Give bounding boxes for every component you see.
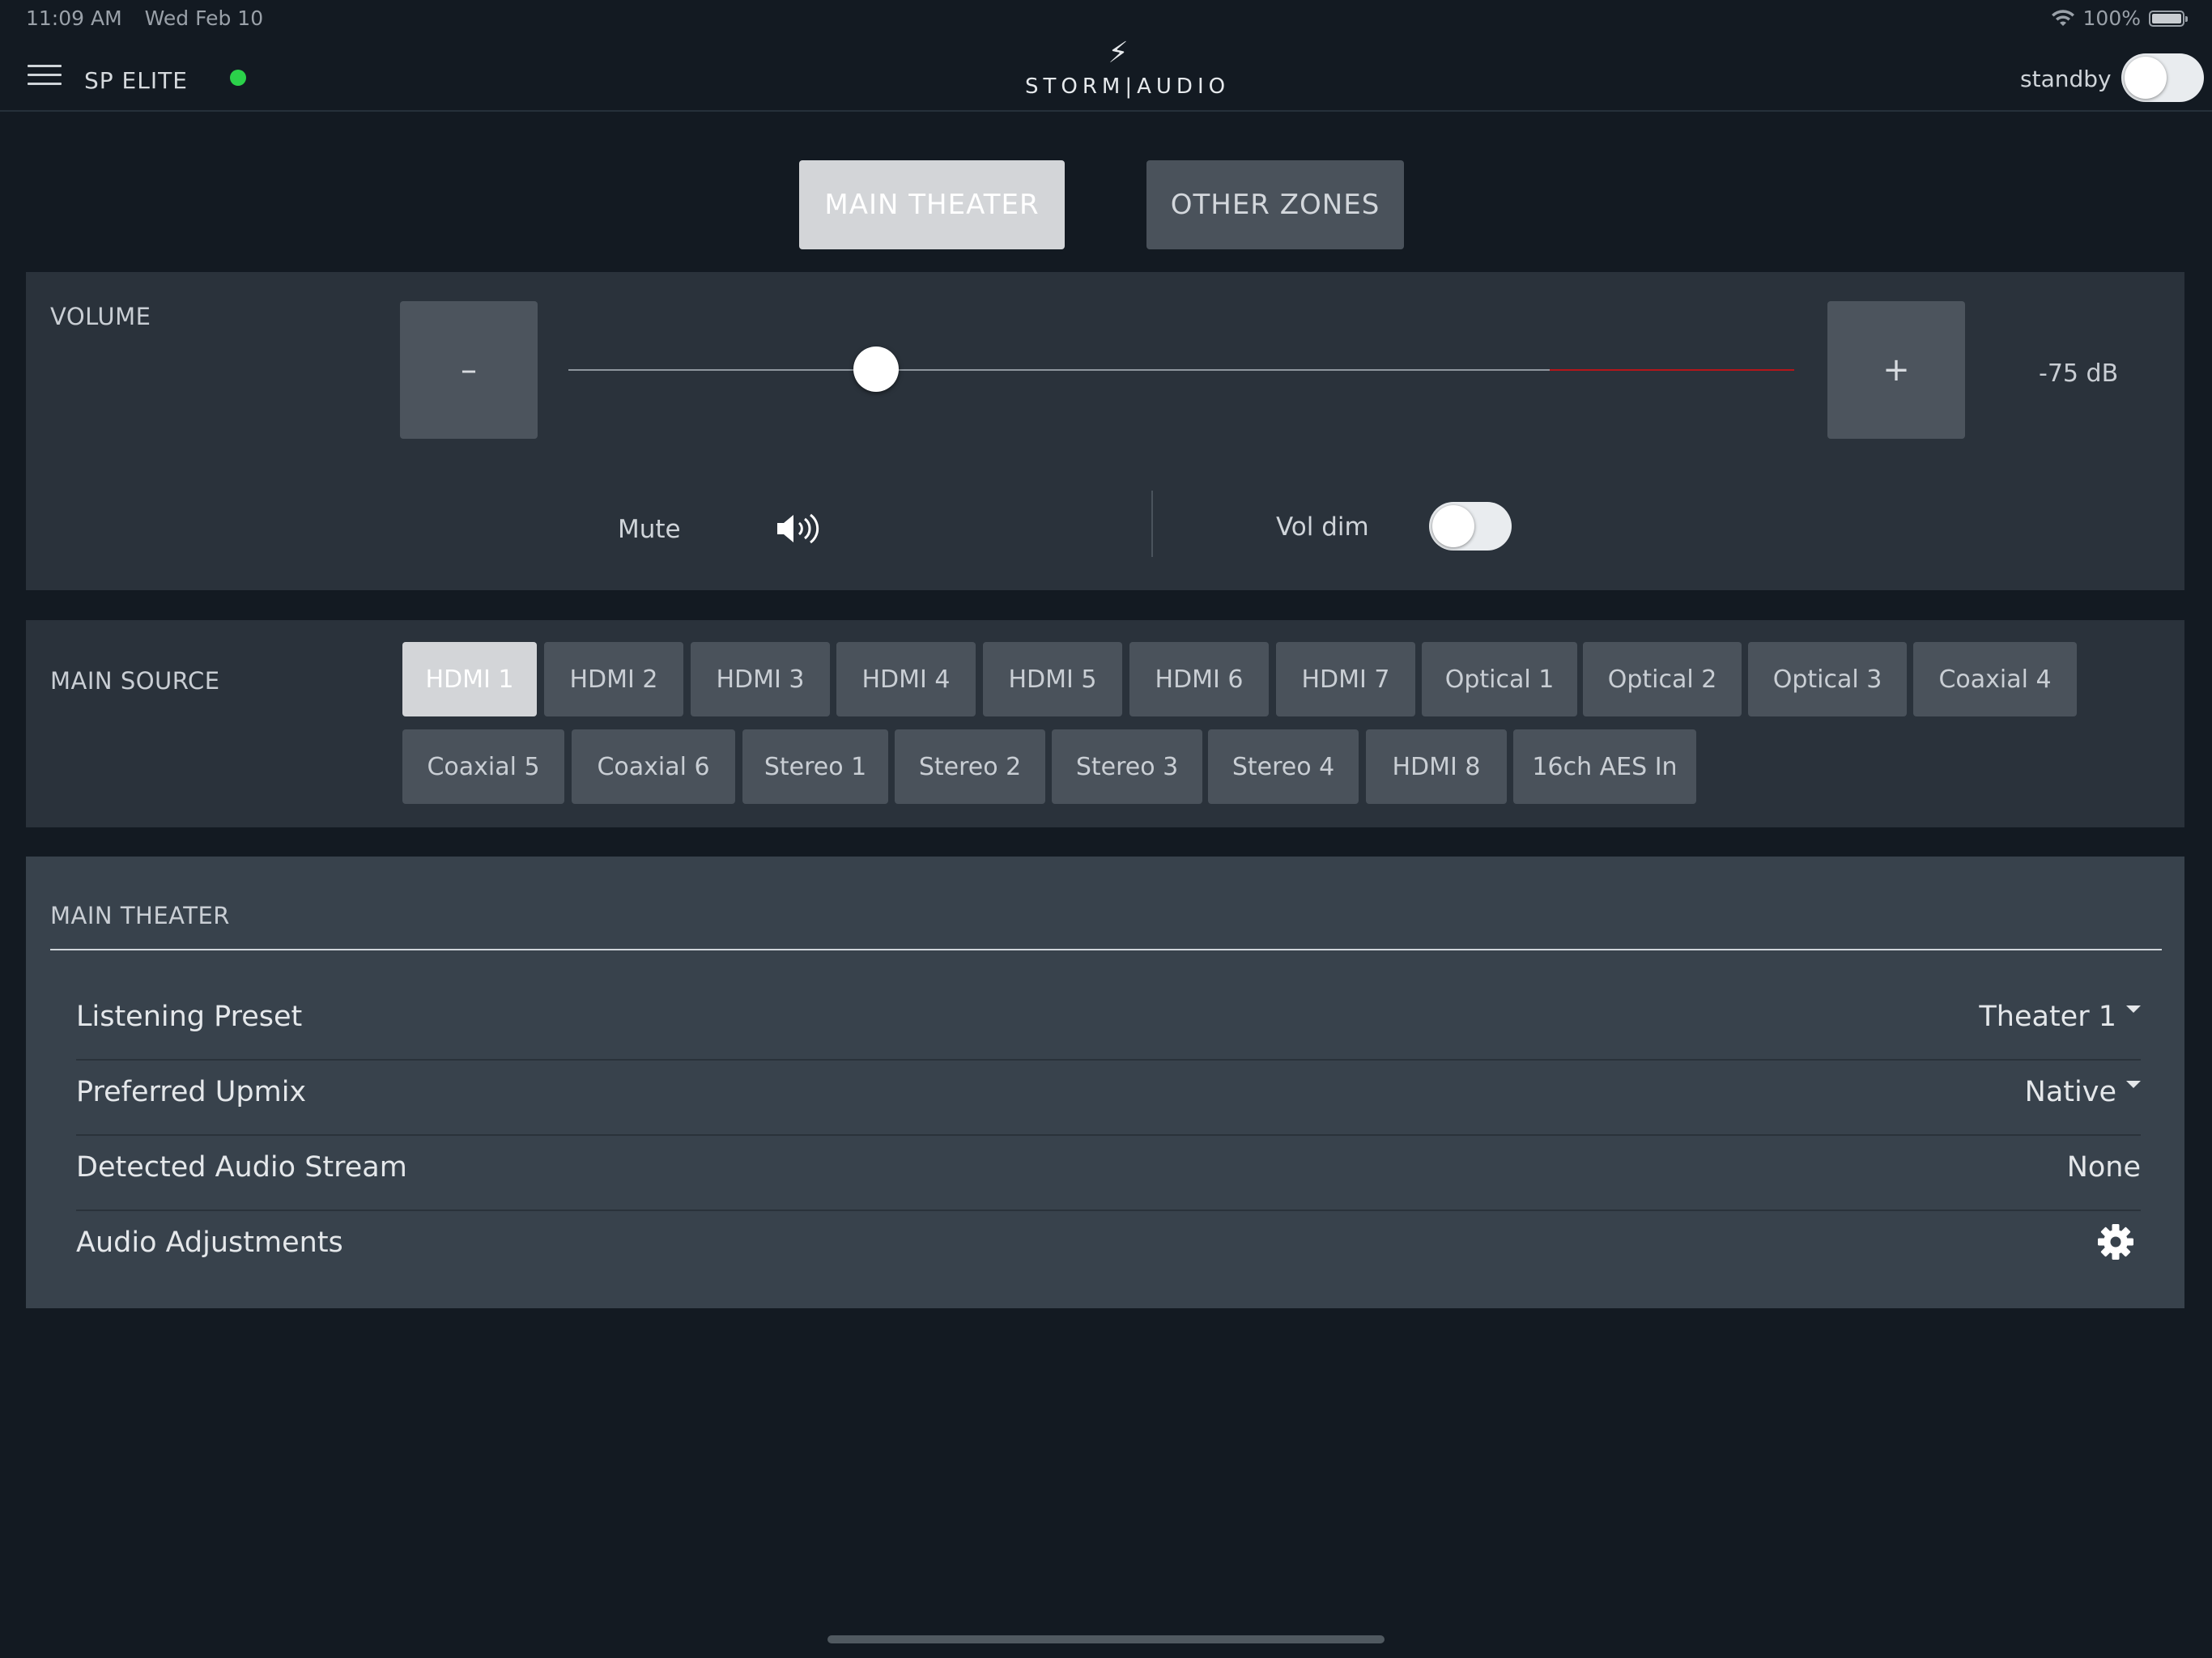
vol-dim-label: Vol dim — [1276, 512, 1369, 542]
source-button-hdmi-6[interactable]: HDMI 6 — [1129, 642, 1269, 716]
preferred-upmix-row[interactable]: Preferred Upmix Native — [76, 1060, 2141, 1136]
source-button-hdmi-8[interactable]: HDMI 8 — [1366, 729, 1507, 804]
source-button-optical-2[interactable]: Optical 2 — [1583, 642, 1742, 716]
source-button-hdmi-5[interactable]: HDMI 5 — [983, 642, 1122, 716]
source-button-optical-1[interactable]: Optical 1 — [1422, 642, 1577, 716]
mute-label: Mute — [618, 515, 681, 544]
detected-audio-stream-value: None — [2066, 1151, 2141, 1184]
audio-adjustments-label: Audio Adjustments — [76, 1226, 343, 1259]
source-button-16ch-aes-in[interactable]: 16ch AES In — [1513, 729, 1696, 804]
preferred-upmix-value: Native — [2024, 1076, 2116, 1108]
main-source-label: MAIN SOURCE — [50, 667, 220, 695]
toggle-knob — [2125, 57, 2167, 99]
source-button-optical-3[interactable]: Optical 3 — [1748, 642, 1907, 716]
volume-up-button[interactable]: + — [1827, 301, 1965, 439]
source-button-stereo-2[interactable]: Stereo 2 — [895, 729, 1045, 804]
vol-dim-toggle[interactable] — [1429, 502, 1512, 551]
tab-main-theater[interactable]: MAIN THEATER — [799, 160, 1065, 249]
source-button-coaxial-6[interactable]: Coaxial 6 — [572, 729, 735, 804]
volume-slider-thumb[interactable] — [853, 346, 899, 392]
lightning-bolt-icon: ⚡︎ — [1108, 36, 1129, 70]
main-theater-divider — [50, 949, 2162, 950]
detected-audio-stream-row: Detected Audio Stream None — [76, 1135, 2141, 1211]
toggle-knob — [1432, 505, 1474, 547]
listening-preset-value: Theater 1 — [1979, 1001, 2116, 1033]
gear-icon[interactable] — [2097, 1223, 2134, 1261]
source-button-hdmi-7[interactable]: HDMI 7 — [1276, 642, 1415, 716]
main-theater-label: MAIN THEATER — [50, 902, 230, 929]
detected-audio-stream-label: Detected Audio Stream — [76, 1151, 407, 1184]
status-time: 11:09 AM — [26, 6, 122, 30]
volume-slider-danger-zone — [1550, 369, 1794, 371]
source-button-stereo-1[interactable]: Stereo 1 — [742, 729, 888, 804]
volume-value: -75 dB — [2039, 359, 2119, 388]
volume-label: VOLUME — [50, 303, 151, 330]
caret-down-icon — [2126, 1081, 2141, 1088]
tab-other-zones[interactable]: OTHER ZONES — [1146, 160, 1404, 249]
battery-percent: 100% — [2082, 6, 2141, 30]
battery-icon — [2149, 10, 2188, 27]
volume-down-button[interactable]: – — [400, 301, 538, 439]
source-button-hdmi-2[interactable]: HDMI 2 — [544, 642, 683, 716]
online-status-dot — [230, 70, 246, 86]
speaker-volume-icon[interactable] — [776, 510, 821, 547]
standby-toggle[interactable] — [2121, 53, 2204, 102]
preferred-upmix-label: Preferred Upmix — [76, 1076, 307, 1108]
wifi-icon — [2051, 9, 2074, 26]
source-button-coaxial-4[interactable]: Coaxial 4 — [1913, 642, 2077, 716]
logo-text: STORM|AUDIO — [1025, 74, 1231, 99]
listening-preset-label: Listening Preset — [76, 1001, 303, 1033]
device-name: SP ELITE — [84, 67, 188, 94]
storm-audio-logo: ⚡︎ STORM|AUDIO — [1025, 36, 1231, 100]
menu-icon[interactable] — [28, 65, 62, 86]
source-button-stereo-3[interactable]: Stereo 3 — [1052, 729, 1202, 804]
source-button-hdmi-4[interactable]: HDMI 4 — [836, 642, 976, 716]
home-indicator[interactable] — [827, 1635, 1385, 1643]
standby-label: standby — [2020, 66, 2112, 92]
source-button-hdmi-1[interactable]: HDMI 1 — [402, 642, 537, 716]
status-bar-right: 100% — [2051, 6, 2188, 30]
audio-adjustments-row[interactable]: Audio Adjustments — [76, 1210, 2141, 1285]
listening-preset-row[interactable]: Listening Preset Theater 1 — [76, 984, 2141, 1061]
status-date: Wed Feb 10 — [144, 6, 264, 30]
source-button-hdmi-3[interactable]: HDMI 3 — [691, 642, 830, 716]
volume-divider — [1151, 491, 1153, 557]
source-button-coaxial-5[interactable]: Coaxial 5 — [402, 729, 564, 804]
source-button-stereo-4[interactable]: Stereo 4 — [1208, 729, 1359, 804]
caret-down-icon — [2126, 1005, 2141, 1013]
status-bar-left: 11:09 AM Wed Feb 10 — [26, 6, 279, 30]
